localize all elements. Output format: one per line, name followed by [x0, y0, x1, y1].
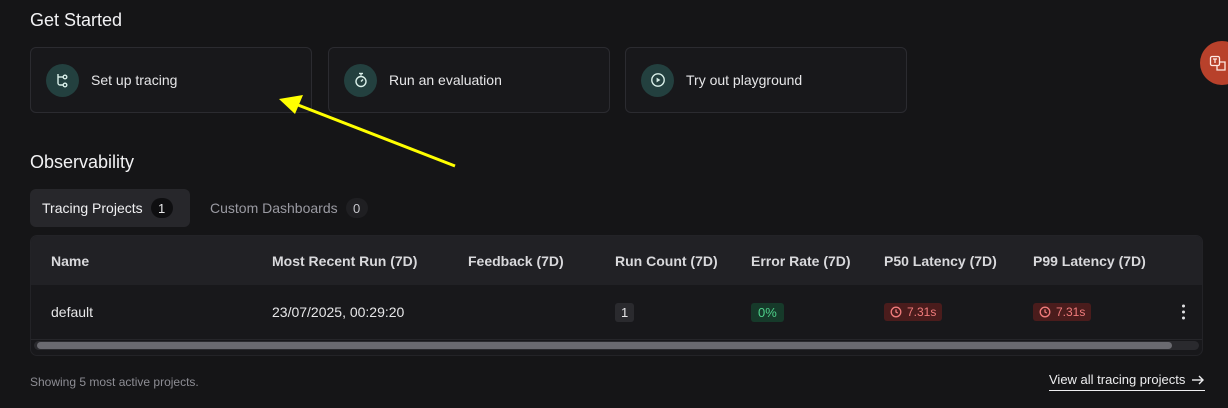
most-recent-run: 23/07/2025, 00:29:20	[272, 304, 405, 320]
error-rate-badge: 0%	[751, 303, 784, 322]
view-all-label: View all tracing projects	[1049, 372, 1186, 387]
tab-custom-dashboards-label: Custom Dashboards	[210, 200, 338, 216]
column-header-p99-latency[interactable]: P99 Latency (7D)	[1033, 253, 1146, 269]
footer-note: Showing 5 most active projects.	[30, 375, 199, 389]
p50-latency-badge: 7.31s	[884, 303, 943, 321]
setup-tracing-label: Set up tracing	[91, 72, 178, 88]
tracing-icon	[46, 63, 79, 97]
translate-extension-button[interactable]	[1200, 41, 1228, 85]
tab-custom-dashboards-count: 0	[345, 198, 368, 218]
run-evaluation-label: Run an evaluation	[389, 72, 502, 88]
tab-custom-dashboards[interactable]: Custom Dashboards 0	[198, 189, 380, 227]
try-playground-card[interactable]: Try out playground	[625, 47, 907, 113]
get-started-title: Get Started	[30, 10, 123, 30]
translate-icon	[1209, 55, 1226, 71]
observability-tabs: Tracing Projects 1 Custom Dashboards 0	[30, 189, 380, 227]
clock-icon	[1039, 306, 1051, 318]
row-menu-icon[interactable]	[1176, 304, 1190, 320]
column-header-name[interactable]: Name	[51, 253, 89, 269]
scrollbar-thumb[interactable]	[37, 342, 1172, 349]
column-header-run-count[interactable]: Run Count (7D)	[615, 253, 718, 269]
setup-tracing-card[interactable]: Set up tracing	[30, 47, 312, 113]
projects-table: Name Most Recent Run (7D) Feedback (7D) …	[30, 235, 1203, 356]
table-header: Name Most Recent Run (7D) Feedback (7D) …	[31, 236, 1202, 285]
run-count-badge: 1	[615, 303, 635, 322]
arrow-right-icon	[1192, 375, 1205, 384]
column-header-p50-latency[interactable]: P50 Latency (7D)	[884, 253, 997, 269]
horizontal-scrollbar[interactable]	[34, 341, 1199, 350]
p50-latency-value: 7.31s	[907, 305, 937, 319]
stopwatch-icon	[344, 63, 377, 97]
p99-latency-badge: 7.31s	[1033, 303, 1092, 321]
play-circle-icon	[641, 63, 674, 97]
column-header-feedback[interactable]: Feedback (7D)	[468, 253, 564, 269]
p99-latency-value: 7.31s	[1056, 305, 1086, 319]
project-name[interactable]: default	[51, 304, 93, 320]
tab-tracing-projects-label: Tracing Projects	[42, 200, 143, 216]
page: Get Started Set up tracing Run an evalua…	[0, 0, 1228, 408]
column-header-error-rate[interactable]: Error Rate (7D)	[751, 253, 851, 269]
try-playground-label: Try out playground	[686, 72, 803, 88]
run-evaluation-card[interactable]: Run an evaluation	[328, 47, 610, 113]
view-all-tracing-projects-link[interactable]: View all tracing projects	[1049, 372, 1206, 391]
tab-tracing-projects-count: 1	[150, 198, 173, 218]
observability-title: Observability	[30, 152, 135, 172]
column-header-most-recent-run[interactable]: Most Recent Run (7D)	[272, 253, 417, 269]
tab-tracing-projects[interactable]: Tracing Projects 1	[30, 189, 190, 227]
table-row[interactable]: default 23/07/2025, 00:29:20 1 0% 7.31s …	[31, 285, 1202, 340]
clock-icon	[890, 306, 902, 318]
